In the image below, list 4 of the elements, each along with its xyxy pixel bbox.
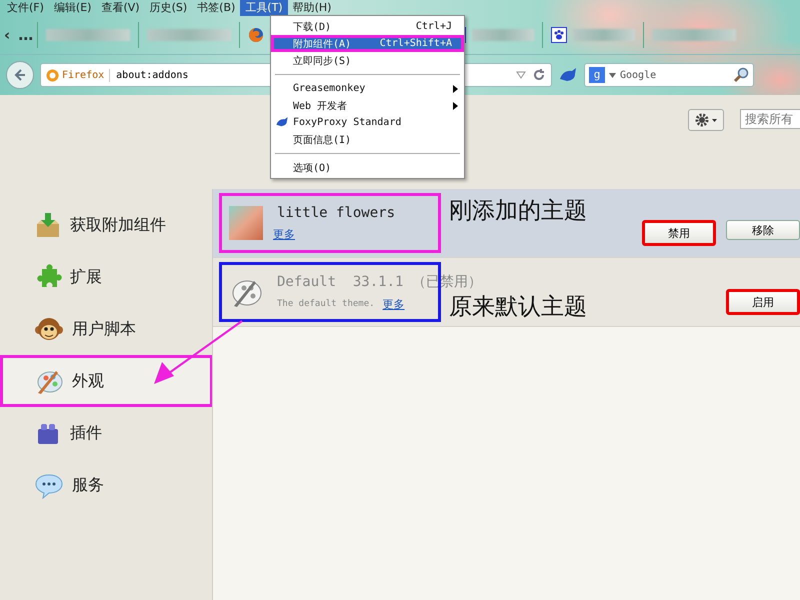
annotation-text: 原来默认主题 xyxy=(449,293,587,322)
addon-name: little flowers xyxy=(277,204,396,220)
annotation-text: 刚添加的主题 xyxy=(449,197,587,226)
addon-description: The default theme. xyxy=(277,299,375,309)
